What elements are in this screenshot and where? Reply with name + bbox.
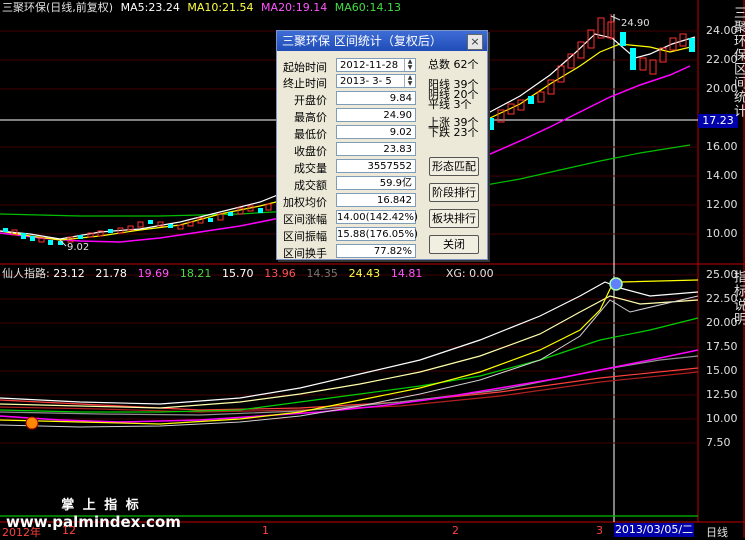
candle (137, 221, 144, 228)
xg-value: 0.00 (469, 267, 494, 280)
start-time-label: 起始时间 (283, 61, 327, 74)
dialog-titlebar[interactable]: 三聚环保 区间统计（复权后） (277, 31, 487, 51)
turnover-amount-value: 59.9亿 (336, 176, 416, 190)
candle (108, 229, 113, 233)
candle (689, 38, 695, 52)
interval-stats-dialog[interactable]: 三聚环保 区间统计（复权后） × 起始时间 2012-11-28 ▲ ▼ 终止时间… (276, 30, 488, 260)
candle (557, 65, 565, 83)
volume-label: 成交量 (294, 162, 327, 175)
candle (208, 218, 213, 222)
candle (168, 224, 173, 228)
indicator-name: 仙人指路 (2, 267, 46, 280)
indicator-line-red (0, 367, 699, 411)
indicator-line-white-2 (0, 295, 699, 428)
interval-amplitude-label: 区间振幅 (283, 230, 327, 243)
top-side-text: 三聚环保区间统计 (731, 6, 745, 118)
bottom-grid (0, 274, 698, 444)
xg-label: XG: (445, 267, 466, 280)
high-price-value: 24.90 (336, 108, 416, 122)
indicator-value: 18.21 (179, 267, 212, 280)
indicator-line-green (0, 317, 699, 413)
signal-dot-peak (609, 277, 623, 291)
flat-count: 平线 3个 (428, 98, 472, 111)
candle (148, 220, 153, 224)
candle (3, 228, 8, 232)
weighted-average-value: 16.842 (336, 193, 416, 207)
bottom-side-text: 指标说明 (731, 270, 745, 326)
candle (78, 235, 83, 239)
indicator-value: 23.12 (53, 267, 85, 280)
stage-ranking-button[interactable]: 阶段排行 (429, 183, 479, 202)
interval-gain-label: 区间涨幅 (283, 213, 327, 226)
indicator-value: 14.35 (306, 267, 338, 280)
close-icon[interactable]: × (467, 34, 483, 50)
indicator-line-lightyellow (0, 295, 699, 409)
start-time-spinner-icon[interactable]: ▲ ▼ (404, 59, 415, 71)
x-axis-label: 3 (596, 524, 603, 537)
candle (488, 118, 494, 130)
candle (258, 208, 263, 213)
close-price-label: 收盘价 (294, 145, 327, 158)
interval-turnover-label: 区间换手 (283, 247, 327, 260)
indicator-value: 14.81 (390, 267, 423, 280)
close-price-value: 23.83 (336, 142, 416, 156)
watermark-line1: 掌 上 指 标 (61, 498, 141, 513)
candle (48, 240, 53, 245)
candle (237, 207, 244, 215)
high-price-label: 最高价 (294, 111, 327, 124)
candle (620, 32, 626, 46)
signal-dot-start (25, 416, 39, 430)
open-price-value: 9.84 (336, 91, 416, 105)
indicator-value: 19.69 (137, 267, 170, 280)
pattern-match-button[interactable]: 形态匹配 (429, 157, 479, 176)
candle (528, 96, 534, 104)
volume-value: 3557552 (336, 159, 416, 173)
low-annotation: 9.02 (67, 242, 89, 253)
high-marker-line (610, 15, 621, 21)
end-time-spinner-icon[interactable]: ▲ ▼ (404, 75, 415, 87)
interval-turnover-value: 77.82% (336, 244, 416, 258)
weighted-average-label: 加权均价 (283, 196, 327, 209)
dialog-close-button[interactable]: 关闭 (429, 235, 479, 254)
open-price-label: 开盘价 (294, 94, 327, 107)
turnover-amount-label: 成交额 (294, 179, 327, 192)
low-price-value: 9.02 (336, 125, 416, 139)
high-annotation: 24.90 (621, 18, 650, 29)
interval-gain-value: 14.00(142.42%) (336, 210, 418, 224)
cursor-date-label: 2013/03/05/二 (614, 523, 694, 537)
candle (630, 48, 636, 70)
low-price-label: 最低价 (294, 128, 327, 141)
candle (228, 212, 233, 216)
interval-amplitude-value: 15.88(176.05%) (336, 227, 418, 241)
indicator-value: 13.96 (264, 267, 296, 280)
indicator-header: 仙人指路: 23.12 : 21.78 : 19.69 : 18.21 : 15… (2, 267, 494, 280)
candle (649, 59, 657, 75)
x-axis-label: 12 (62, 524, 76, 537)
candle (30, 236, 35, 241)
candle (21, 233, 26, 239)
y-tick: 7.50 (706, 436, 731, 449)
total-count: 总数 62个 (428, 58, 479, 71)
x-axis-label: 1 (262, 524, 269, 537)
sector-ranking-button[interactable]: 板块排行 (429, 209, 479, 228)
indicator-value: 15.70 (222, 267, 254, 280)
x-axis-label: 2 (452, 524, 459, 537)
indicator-value: 24.43 (348, 267, 381, 280)
fall-count: 下跌 23个 (428, 126, 479, 139)
end-time-label: 终止时间 (283, 77, 327, 90)
candle (537, 91, 545, 103)
dialog-title: 三聚环保 区间统计（复权后） (282, 34, 442, 48)
indicator-value: 21.78 (95, 267, 127, 280)
